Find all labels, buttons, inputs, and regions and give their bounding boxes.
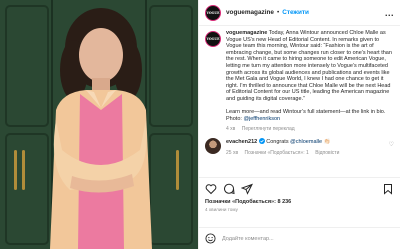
comment-mention[interactable]: @chloemalle: [290, 139, 322, 145]
likes-count[interactable]: Позначки «Подобається»: 8 236: [205, 199, 394, 205]
post-actions: Позначки «Подобається»: 8 236 4 хвилини …: [199, 177, 400, 227]
bookmark-icon[interactable]: [382, 183, 394, 195]
comment-input[interactable]: [222, 235, 394, 242]
caption-time: 4 хв: [226, 126, 236, 133]
emoji-icon[interactable]: [205, 233, 216, 244]
instagram-post: VOGUE voguemagazine • Стежити ... VOGUE …: [0, 0, 400, 249]
photo-credit-link[interactable]: @jeffhenrikson: [243, 116, 280, 122]
comment-icon[interactable]: [223, 183, 235, 195]
post-date: 4 хвилини тому: [205, 207, 238, 212]
more-options-icon[interactable]: ...: [385, 8, 394, 18]
author-avatar[interactable]: VOGUE: [205, 4, 221, 21]
caption-row: VOGUE voguemagazine Today, Anna Wintour …: [205, 30, 394, 133]
author-username[interactable]: voguemagazine: [226, 9, 274, 16]
caption-body: voguemagazine Today, Anna Wintour announ…: [226, 30, 394, 133]
reply-link[interactable]: Відповісти: [315, 150, 339, 156]
commenter-username[interactable]: evachen212: [226, 139, 257, 145]
commenter-avatar[interactable]: [205, 137, 221, 154]
heart-icon[interactable]: [205, 183, 217, 195]
share-icon[interactable]: [241, 183, 253, 195]
post-header: VOGUE voguemagazine • Стежити ...: [199, 0, 400, 26]
comment-text: Congrats: [266, 138, 289, 145]
photo-credit-label: Photo:: [226, 115, 242, 122]
comment-item: evachen212 Congrats @chloemalle 👏🏻 25 хв…: [205, 137, 394, 157]
heart-outline-icon[interactable]: ♡: [389, 141, 394, 148]
comment-time: 25 хв: [226, 149, 239, 156]
comment-body: evachen212 Congrats @chloemalle 👏🏻 25 хв…: [226, 137, 385, 157]
comment-meta: 25 хв Позначки «Подобається»: 1 Відповіс…: [226, 150, 385, 157]
comment-emoji: 👏🏻: [323, 138, 331, 145]
post-side-panel: VOGUE voguemagazine • Стежити ... VOGUE …: [198, 0, 400, 249]
caption-meta: 4 хв Переглянути переклад: [226, 126, 394, 133]
caption-avatar[interactable]: VOGUE: [205, 31, 221, 47]
caption-username[interactable]: voguemagazine: [226, 30, 267, 36]
see-translation-link[interactable]: Переглянути переклад: [242, 126, 295, 132]
comments-section[interactable]: VOGUE voguemagazine Today, Anna Wintour …: [199, 26, 400, 177]
comment-likes[interactable]: Позначки «Подобається»: 1: [245, 150, 309, 156]
avatar-logo-text: VOGUE: [206, 37, 220, 41]
comment-composer: [199, 227, 400, 249]
portrait-illustration: [0, 0, 198, 249]
separator-dot: •: [276, 9, 280, 16]
avatar-logo-text: VOGUE: [206, 10, 220, 15]
verified-badge-icon: [258, 137, 265, 144]
action-icons: [205, 182, 394, 196]
post-photo[interactable]: [0, 0, 198, 249]
caption-text: Today, Anna Wintour announced Chloe Mall…: [226, 30, 392, 116]
follow-button[interactable]: Стежити: [282, 9, 309, 16]
